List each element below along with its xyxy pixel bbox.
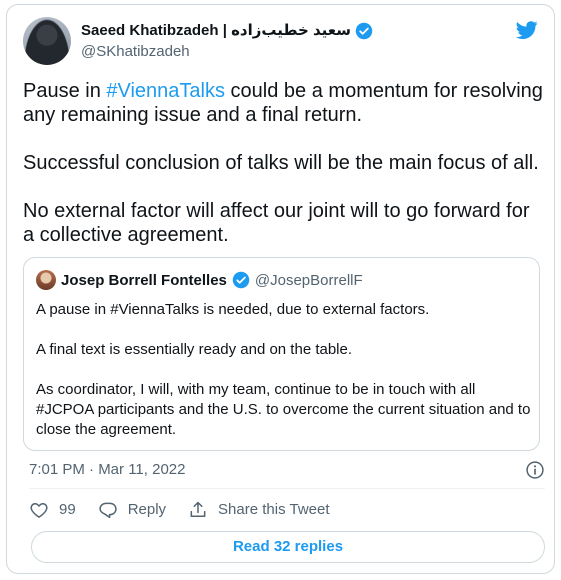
share-icon — [190, 501, 206, 517]
like-count: 99 — [59, 501, 76, 518]
twitter-logo-icon[interactable] — [514, 19, 540, 41]
quoted-paragraph: As coordinator, I will, with my team, co… — [36, 381, 531, 438]
tweet-paragraph: Successful conclusion of talks will be t… — [23, 152, 539, 174]
quoted-paragraph: A final text is essentially ready and on… — [36, 341, 353, 358]
text-fragment: Pause in — [23, 80, 107, 102]
reply-button[interactable]: Reply — [98, 499, 166, 521]
tweet-paragraph: No external factor will affect our joint… — [23, 200, 530, 246]
tweet-paragraph: Pause in #ViennaTalks could be a momentu… — [23, 79, 543, 127]
quoted-tweet[interactable]: Josep Borrell Fontelles @JosepBorrellF A… — [23, 257, 540, 451]
author-info: Saeed Khatibzadeh | سعید خطیب‌زاده @SKha… — [81, 21, 373, 62]
read-replies-button[interactable]: Read 32 replies — [31, 531, 545, 563]
like-button[interactable]: 99 — [29, 499, 76, 521]
divider — [29, 488, 545, 489]
reply-icon — [99, 502, 117, 519]
heart-icon — [30, 503, 48, 518]
info-icon[interactable] — [525, 460, 545, 480]
hashtag-link[interactable]: #ViennaTalks — [106, 80, 225, 102]
share-label: Share this Tweet — [218, 501, 330, 518]
tweet-meta: 7:01 PM · Mar 11, 2022 — [29, 459, 545, 481]
verified-badge-icon — [355, 22, 373, 40]
author-name[interactable]: Saeed Khatibzadeh | سعید خطیب‌زاده — [81, 21, 351, 41]
quoted-author-name: Josep Borrell Fontelles — [61, 271, 227, 289]
action-bar: 99 Reply Share this Tweet — [29, 499, 352, 521]
timestamp[interactable]: 7:01 PM · Mar 11, 2022 — [29, 461, 185, 478]
author-avatar[interactable] — [23, 17, 71, 65]
share-button[interactable]: Share this Tweet — [188, 499, 330, 521]
tweet-header: Saeed Khatibzadeh | سعید خطیب‌زاده @SKha… — [23, 17, 540, 67]
tweet-text: Pause in #ViennaTalks could be a momentu… — [23, 79, 543, 271]
quoted-paragraph: A pause in #ViennaTalks is needed, due t… — [36, 301, 430, 318]
quoted-text: A pause in #ViennaTalks is needed, due t… — [36, 300, 531, 460]
verified-badge-icon — [232, 271, 250, 289]
author-handle[interactable]: @SKhatibzadeh — [81, 42, 373, 62]
quoted-avatar — [36, 270, 56, 290]
reply-label: Reply — [127, 501, 167, 518]
tweet-card: Saeed Khatibzadeh | سعید خطیب‌زاده @SKha… — [6, 4, 555, 574]
quoted-author-handle: @JosepBorrellF — [254, 271, 363, 289]
quoted-header: Josep Borrell Fontelles @JosepBorrellF — [36, 270, 363, 290]
